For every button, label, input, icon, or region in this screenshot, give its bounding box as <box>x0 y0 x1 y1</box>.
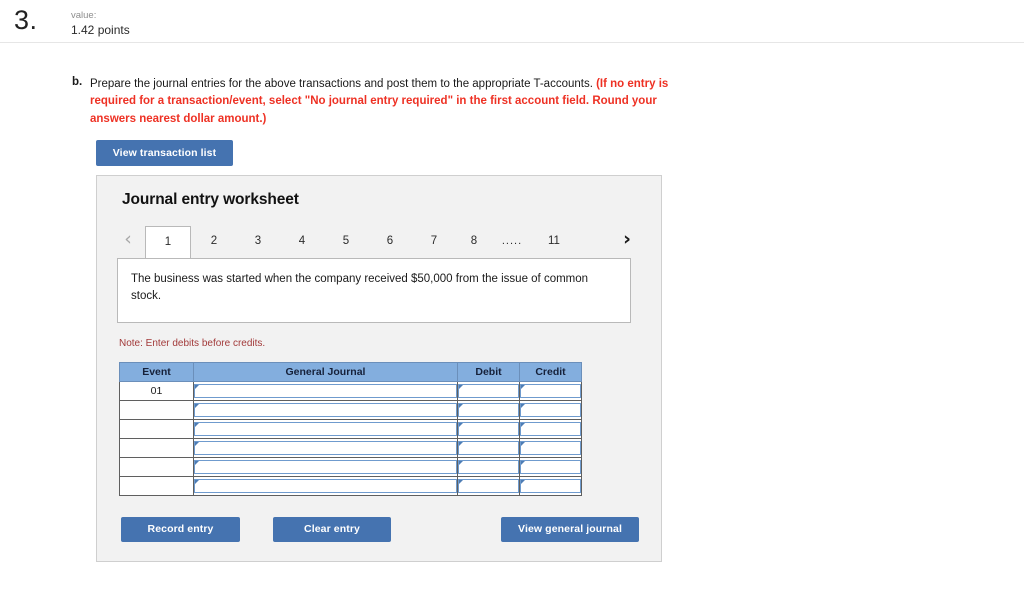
transaction-description-box: The business was started when the compan… <box>117 258 631 323</box>
worksheet-tab-7[interactable]: 7 <box>413 226 455 256</box>
table-row <box>119 438 582 458</box>
column-header-event: Event <box>119 362 194 382</box>
general-journal-input-cell <box>193 381 458 401</box>
question-value-block: value: 1.42 points <box>71 10 130 38</box>
clear-entry-button[interactable]: Clear entry <box>273 517 391 542</box>
chevron-right-icon[interactable]: › <box>616 223 638 256</box>
debit-input[interactable] <box>458 384 519 398</box>
worksheet-tab-3[interactable]: 3 <box>237 226 279 256</box>
debit-input[interactable] <box>458 422 519 436</box>
event-cell <box>119 476 194 496</box>
worksheet-tab-11[interactable]: 11 <box>533 226 575 256</box>
worksheet-tab-4[interactable]: 4 <box>281 226 323 256</box>
event-cell: 01 <box>119 381 194 401</box>
question-number: 3. <box>14 5 38 35</box>
event-cell <box>119 400 194 420</box>
worksheet-title: Journal entry worksheet <box>122 191 299 208</box>
record-entry-button[interactable]: Record entry <box>121 517 240 542</box>
chevron-left-icon[interactable]: ‹ <box>117 223 139 256</box>
debit-input-cell <box>457 438 520 458</box>
worksheet-tab-1[interactable]: 1 <box>145 226 191 258</box>
debit-input-cell <box>457 476 520 496</box>
journal-table-header-row: Event General Journal Debit Credit <box>119 362 582 382</box>
debit-input-cell <box>457 400 520 420</box>
credit-input-cell <box>519 381 582 401</box>
debit-input[interactable] <box>458 441 519 455</box>
table-row: 01 <box>119 381 582 401</box>
credit-input[interactable] <box>520 403 581 417</box>
debit-input-cell <box>457 457 520 477</box>
event-cell <box>119 457 194 477</box>
view-transaction-list-button[interactable]: View transaction list <box>96 140 233 166</box>
value-amount: 1.42 points <box>71 22 130 37</box>
general-journal-input[interactable] <box>194 422 457 436</box>
credit-input[interactable] <box>520 479 581 493</box>
credit-input[interactable] <box>520 460 581 474</box>
general-journal-input-cell <box>193 419 458 439</box>
journal-entry-worksheet-panel: Journal entry worksheet ‹ › 1 2 3 4 5 6 7 8....… <box>96 175 662 562</box>
event-cell <box>119 419 194 439</box>
value-label: value: <box>71 10 97 21</box>
credit-input-cell <box>519 476 582 496</box>
view-general-journal-button[interactable]: View general journal <box>501 517 639 542</box>
general-journal-input[interactable] <box>194 384 457 398</box>
table-row <box>119 400 582 420</box>
credit-input-cell <box>519 457 582 477</box>
journal-table-head: Event General Journal Debit Credit <box>119 362 582 382</box>
credit-input[interactable] <box>520 384 581 398</box>
worksheet-tab-8[interactable]: 8 <box>457 226 491 256</box>
general-journal-input[interactable] <box>194 479 457 493</box>
general-journal-input[interactable] <box>194 441 457 455</box>
question-prompt: Prepare the journal entries for the abov… <box>90 76 692 128</box>
tab-ellipsis: ..... <box>501 235 523 247</box>
transaction-description-text: The business was started when the compan… <box>131 273 589 303</box>
credit-input[interactable] <box>520 422 581 436</box>
credit-input-cell <box>519 400 582 420</box>
general-journal-input[interactable] <box>194 403 457 417</box>
debit-input[interactable] <box>458 460 519 474</box>
journal-entry-table: Event General Journal Debit Credit 01 <box>119 362 582 496</box>
column-header-credit: Credit <box>519 362 582 382</box>
journal-table-body: 01 <box>119 381 582 496</box>
debit-input-cell <box>457 381 520 401</box>
prompt-normal-text: Prepare the journal entries for the abov… <box>90 78 597 90</box>
column-header-general-journal: General Journal <box>193 362 458 382</box>
question-body: b. Prepare the journal entries for the a… <box>72 76 692 128</box>
general-journal-input-cell <box>193 400 458 420</box>
question-header: 3. value: 1.42 points <box>0 0 1024 43</box>
column-header-debit: Debit <box>457 362 520 382</box>
table-row <box>119 476 582 496</box>
debit-input[interactable] <box>458 403 519 417</box>
event-cell <box>119 438 194 458</box>
worksheet-tab-5[interactable]: 5 <box>325 226 367 256</box>
general-journal-input-cell <box>193 476 458 496</box>
general-journal-input-cell <box>193 457 458 477</box>
debit-input-cell <box>457 419 520 439</box>
worksheet-tab-strip: ‹ › 1 2 3 4 5 6 7 8..... 11 <box>113 223 647 258</box>
table-row <box>119 419 582 439</box>
worksheet-tab-2[interactable]: 2 <box>193 226 235 256</box>
debits-before-credits-note: Note: Enter debits before credits. <box>119 338 266 349</box>
credit-input-cell <box>519 419 582 439</box>
debit-input[interactable] <box>458 479 519 493</box>
general-journal-input-cell <box>193 438 458 458</box>
credit-input[interactable] <box>520 441 581 455</box>
general-journal-input[interactable] <box>194 460 457 474</box>
worksheet-tab-6[interactable]: 6 <box>369 226 411 256</box>
table-row <box>119 457 582 477</box>
part-letter: b. <box>72 76 83 88</box>
credit-input-cell <box>519 438 582 458</box>
